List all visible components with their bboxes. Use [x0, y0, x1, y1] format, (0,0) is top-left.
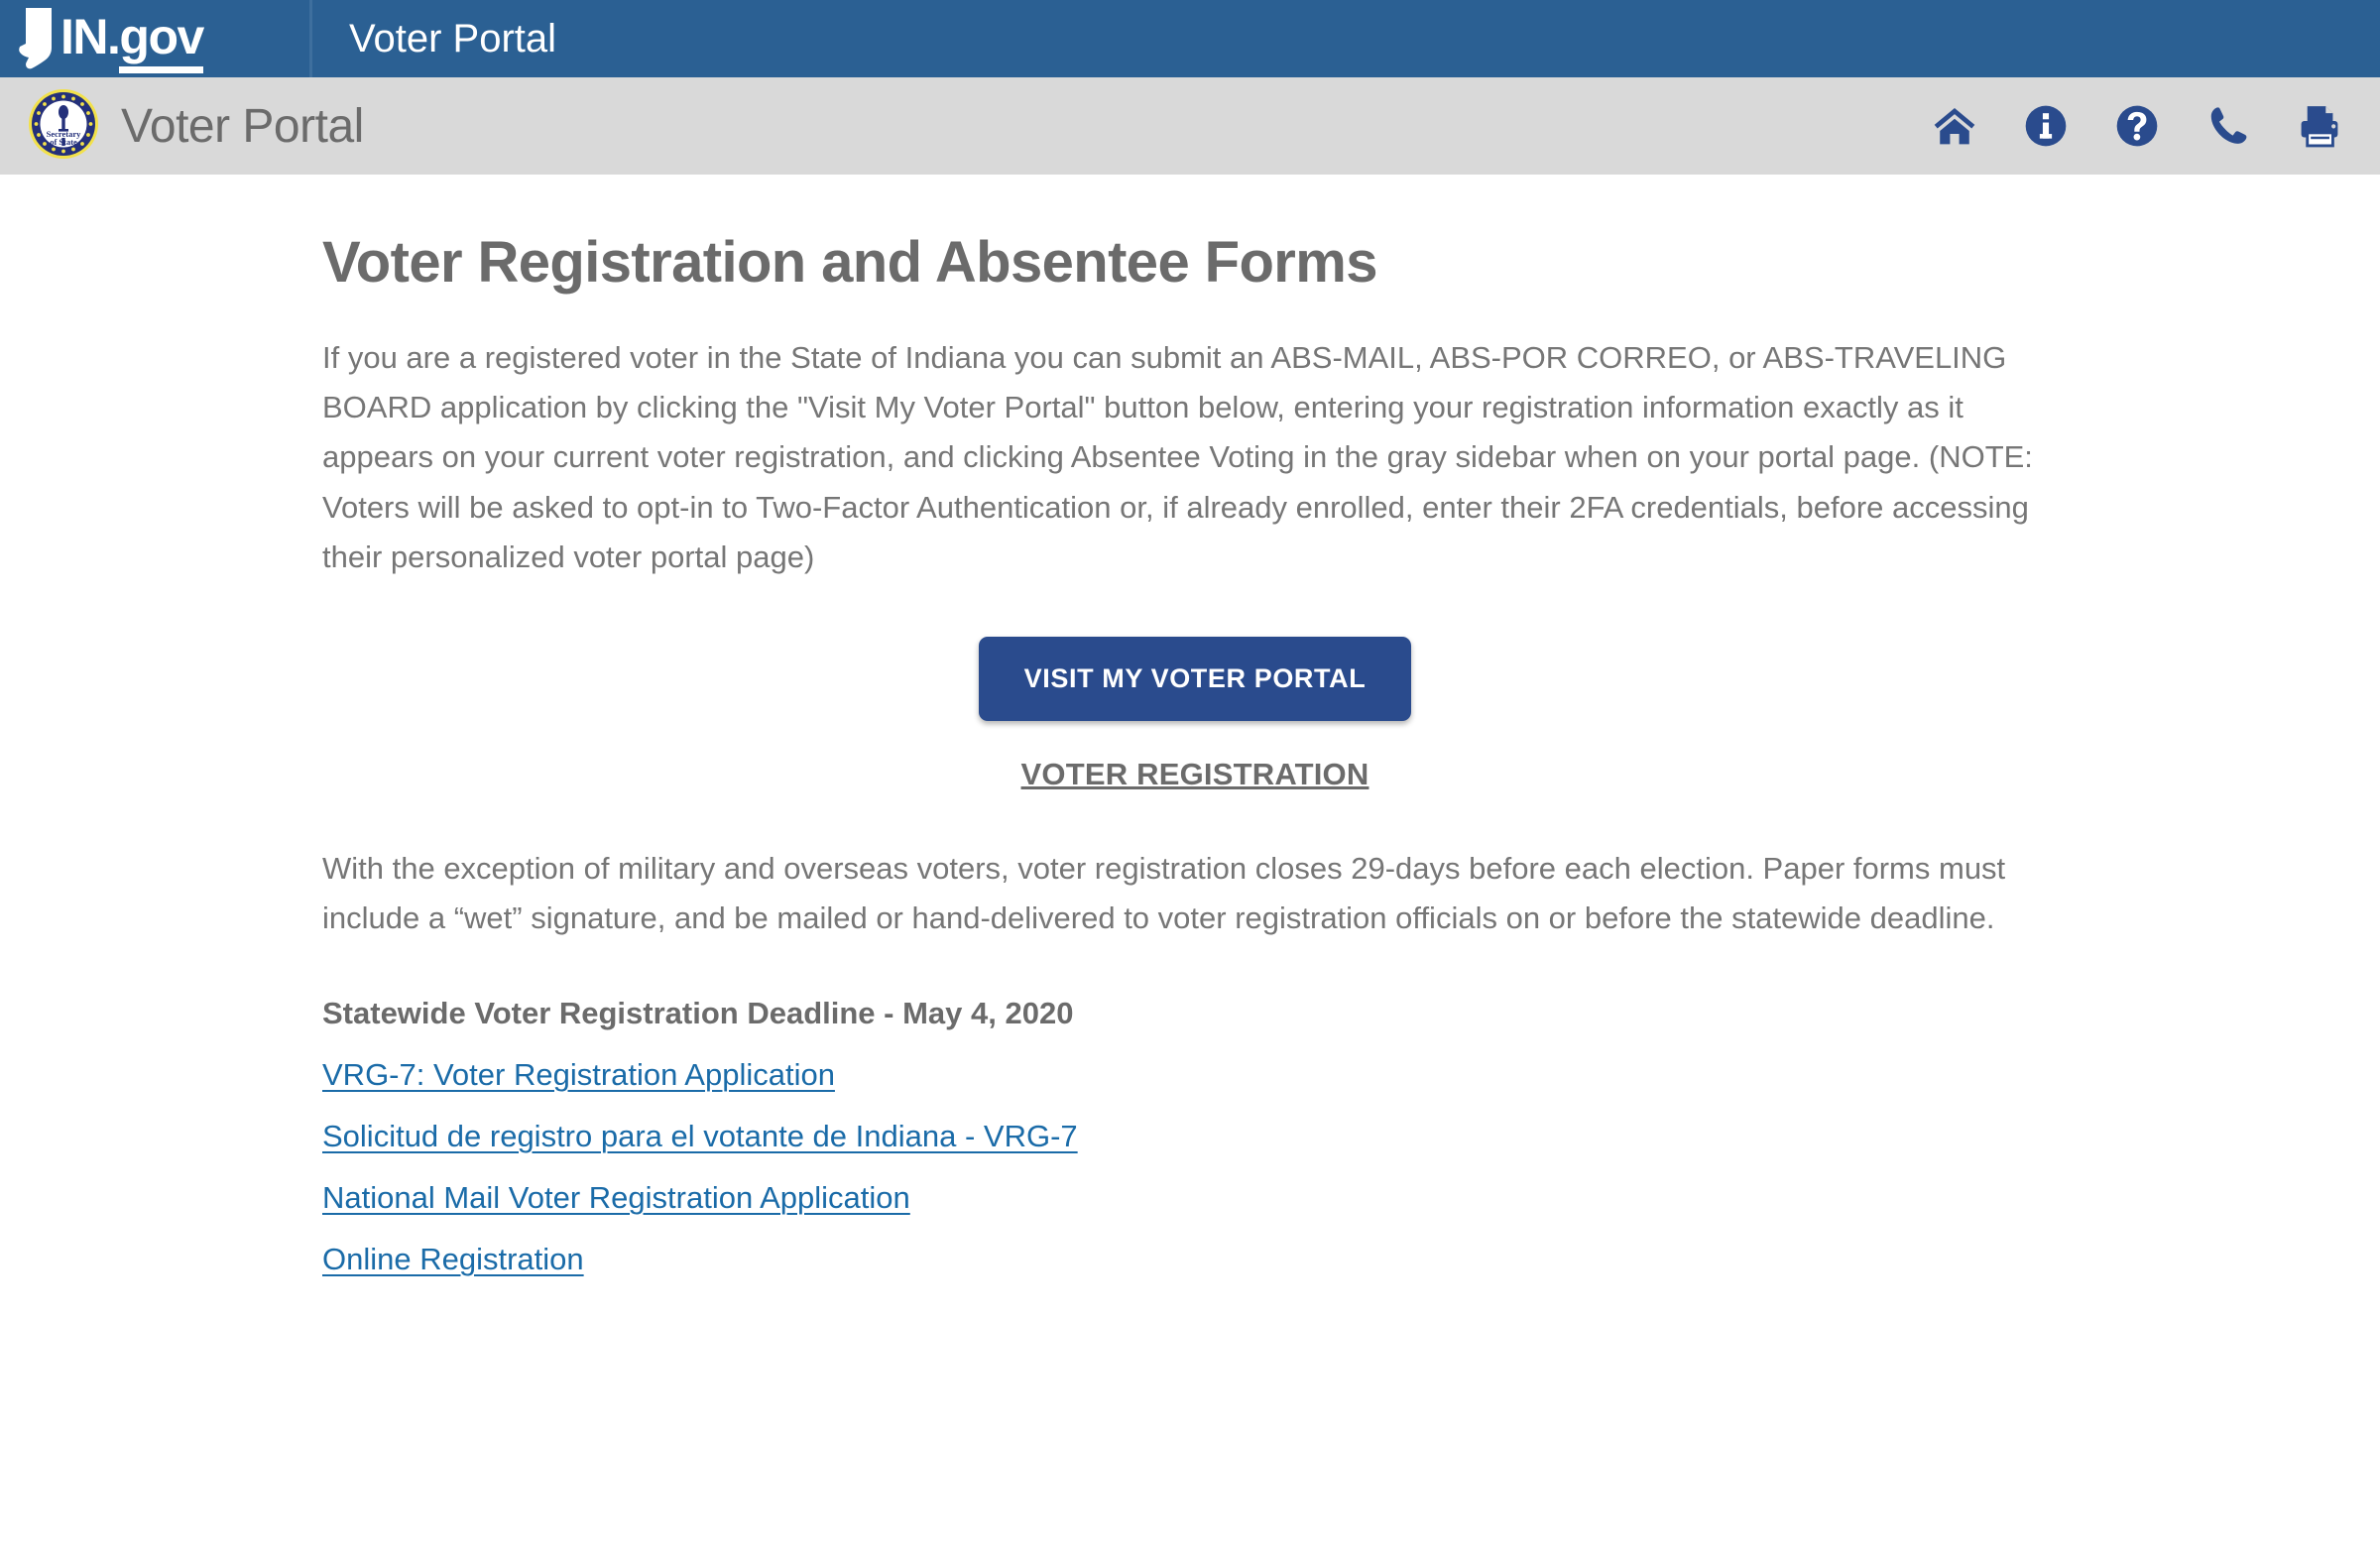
voter-registration-section-heading: VOTER REGISTRATION: [1020, 757, 1369, 792]
link-solicitud-vrg-7[interactable]: Solicitud de registro para el votante de…: [322, 1119, 1078, 1154]
link-national-mail-application[interactable]: National Mail Voter Registration Applica…: [322, 1180, 910, 1216]
home-icon[interactable]: [1932, 103, 1977, 149]
topbar-divider: [309, 0, 312, 77]
link-vrg-7-application[interactable]: VRG-7: Voter Registration Application: [322, 1057, 835, 1093]
page-header-title: Voter Portal: [121, 99, 364, 153]
intro-paragraph: If you are a registered voter in the Sta…: [322, 340, 2033, 574]
print-icon[interactable]: [2297, 103, 2342, 149]
header-icon-group: [1932, 103, 2342, 149]
top-brand-bar: IN.gov Voter Portal: [0, 0, 2380, 77]
main-content: Voter Registration and Absentee Forms If…: [0, 229, 2380, 1277]
portal-button-row: VISIT MY VOTER PORTAL: [322, 637, 2068, 722]
topbar-title: Voter Portal: [349, 16, 557, 60]
registration-paragraph: With the exception of military and overs…: [322, 851, 2006, 936]
section-heading-row: VOTER REGISTRATION: [322, 757, 2068, 792]
registration-deadline-text: Statewide Voter Registration Deadline - …: [322, 995, 1074, 1030]
in-gov-wordmark: IN.gov: [60, 9, 204, 73]
page-title: Voter Registration and Absentee Forms: [322, 230, 1377, 295]
secondary-header-bar: Secretary of State Voter Portal: [0, 77, 2380, 175]
help-icon[interactable]: [2114, 103, 2160, 149]
indiana-state-outline-icon: [18, 8, 60, 69]
svg-text:of State: of State: [50, 137, 77, 147]
logo-prefix: IN.: [60, 9, 121, 64]
info-icon[interactable]: [2023, 103, 2069, 149]
logo-suffix: gov: [119, 9, 204, 73]
link-online-registration[interactable]: Online Registration: [322, 1242, 584, 1277]
phone-icon[interactable]: [2205, 103, 2251, 149]
in-gov-logo[interactable]: IN.gov: [0, 0, 309, 77]
visit-my-voter-portal-button[interactable]: VISIT MY VOTER PORTAL: [978, 637, 1412, 722]
form-links-list: VRG-7: Voter Registration Application So…: [322, 1057, 2380, 1277]
secretary-of-state-seal-icon: Secretary of State: [28, 88, 99, 165]
